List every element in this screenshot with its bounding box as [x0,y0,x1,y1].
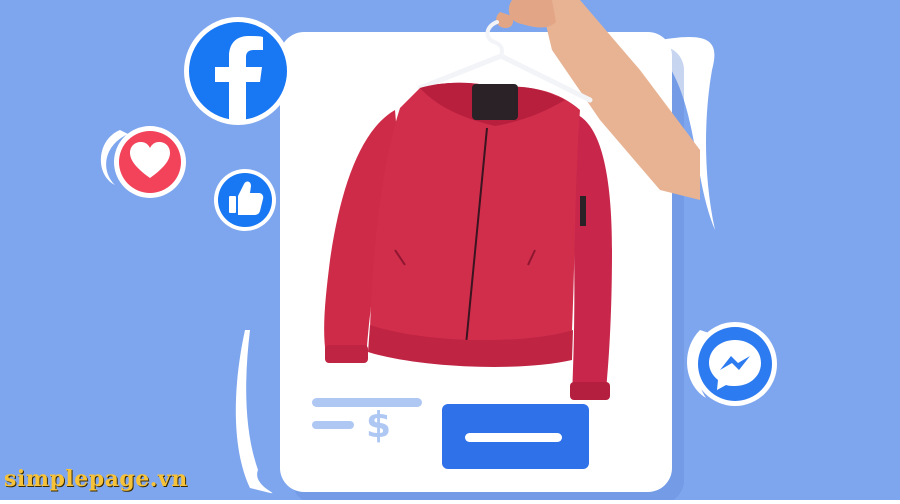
buy-button-label-line [465,433,562,442]
subtitle-placeholder-line [312,421,354,429]
site-watermark: simplepage.vn [4,466,188,492]
ad-illustration: $ simplepage.vn [0,0,900,504]
scene-canvas [0,0,900,504]
dollar-icon: $ [366,405,392,446]
